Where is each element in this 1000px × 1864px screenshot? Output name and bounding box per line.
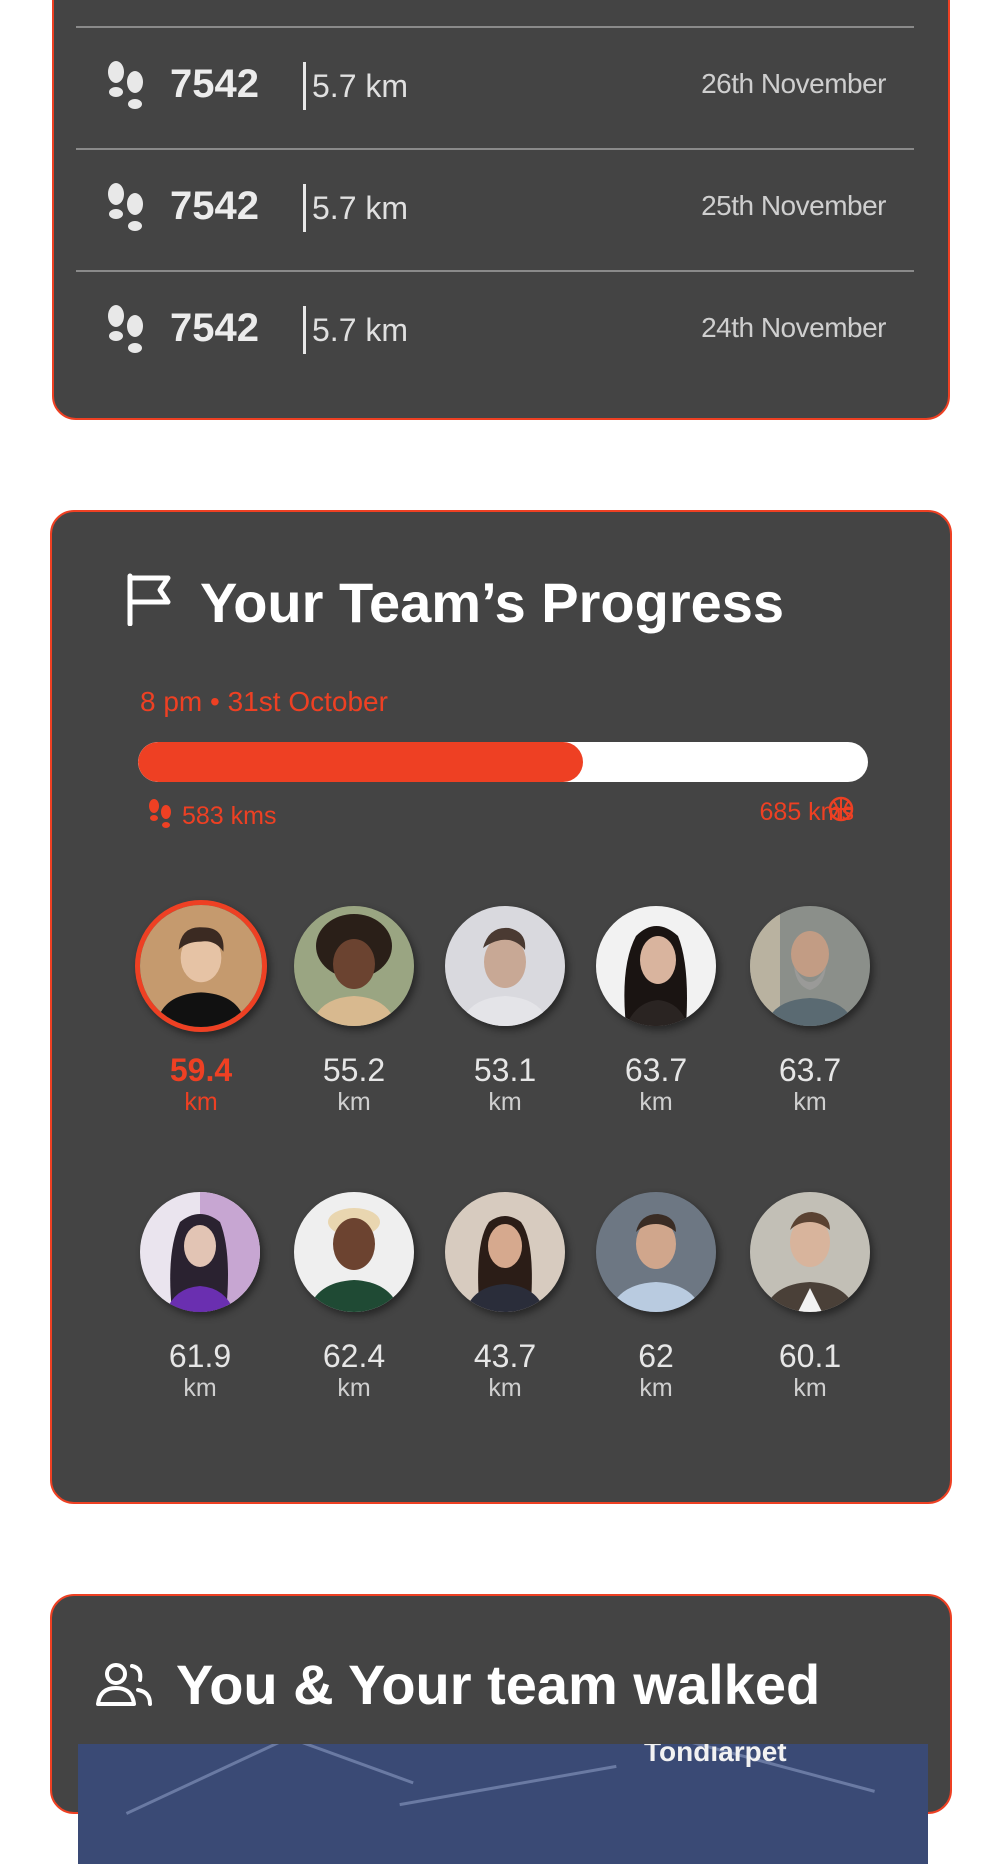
footprints-icon [108, 305, 143, 353]
date: 24th November [701, 312, 886, 343]
history-row[interactable]: 7542 5.7 km 25th November [76, 148, 914, 270]
map-road [125, 1744, 291, 1815]
team-member[interactable]: 62 km [581, 1192, 731, 1401]
step-count: 7542 [170, 184, 259, 228]
people-icon [96, 1663, 152, 1706]
team-member[interactable]: 61.9 km [125, 1192, 275, 1401]
step-count: 7542 [170, 62, 259, 106]
member-distance: 62 [638, 1338, 674, 1374]
map-road [262, 1744, 414, 1785]
progress-current-label: 583 kms [182, 802, 277, 830]
basketball-icon [828, 796, 854, 822]
flag-icon [127, 573, 171, 626]
map-place-label: Tondiarpet [644, 1744, 787, 1767]
member-distance: 59.4 [169, 1052, 233, 1088]
step-count: 7542 [170, 306, 259, 350]
history-row[interactable]: 7542 5.7 km 24th November [76, 270, 914, 392]
member-unit: km [184, 1088, 218, 1116]
member-unit: km [337, 1374, 371, 1402]
team-member[interactable]: 43.7 km [430, 1192, 580, 1401]
history-row[interactable]: 7542 5.7 km 26th November [76, 26, 914, 148]
team-walk-map[interactable]: Tondiarpet [78, 1744, 928, 1864]
member-unit: km [183, 1374, 217, 1402]
date: 26th November [701, 68, 886, 99]
date: 25th November [701, 190, 886, 221]
member-distance: 60.1 [778, 1338, 842, 1374]
member-unit: km [639, 1088, 673, 1116]
footprints-icon [108, 61, 143, 109]
value-separator [303, 184, 306, 232]
team-member[interactable]: 53.1 km [430, 906, 580, 1115]
member-unit: km [488, 1088, 522, 1116]
distance: 5.7 km [312, 68, 409, 104]
progress-fill [138, 742, 584, 782]
team-member[interactable]: 60.1 km [735, 1192, 885, 1401]
member-unit: km [793, 1374, 827, 1402]
member-distance: 62.4 [322, 1338, 386, 1374]
team-member[interactable]: 62.4 km [279, 1192, 429, 1401]
avatar [140, 1192, 260, 1312]
map-road [399, 1764, 617, 1807]
team-member[interactable]: 63.7 km [581, 906, 731, 1115]
row-divider [76, 26, 914, 28]
distance: 5.7 km [312, 190, 409, 226]
member-distance: 53.1 [473, 1052, 537, 1088]
section-title: Your Team’s Progress [200, 571, 785, 634]
avatar [750, 1192, 870, 1312]
member-unit: km [639, 1374, 673, 1402]
team-member[interactable]: 59.4 km [126, 900, 276, 1115]
team-member[interactable]: 55.2 km [279, 906, 429, 1115]
avatar [596, 1192, 716, 1312]
team-progress-card: Your Team’s Progress 8 pm • 31st October… [50, 510, 952, 1504]
section-title: You & Your team walked [176, 1653, 821, 1716]
member-distance: 63.7 [624, 1052, 688, 1088]
member-unit: km [488, 1374, 522, 1402]
avatar [294, 906, 414, 1026]
member-distance: 55.2 [322, 1052, 386, 1088]
distance: 5.7 km [312, 312, 409, 348]
progress-goal: 685 kms [760, 796, 854, 828]
avatar [596, 906, 716, 1026]
team-walked-card: You & Your team walked Tondiarpet [50, 1594, 952, 1864]
progress-timestamp: 8 pm • 31st October [140, 686, 388, 717]
member-distance: 43.7 [473, 1338, 537, 1374]
member-distance: 61.9 [168, 1338, 232, 1374]
avatar [294, 1192, 414, 1312]
footprints-icon [108, 183, 143, 231]
footprints-icon [149, 799, 171, 828]
avatar [135, 900, 267, 1032]
avatar [445, 1192, 565, 1312]
team-progress-bar [138, 742, 868, 782]
step-history-card: 7542 5.7 km 26th November 7542 5.7 km 25… [52, 0, 950, 420]
value-separator [303, 306, 306, 354]
row-divider [76, 148, 914, 150]
avatar [445, 906, 565, 1026]
member-unit: km [793, 1088, 827, 1116]
member-distance: 63.7 [778, 1052, 842, 1088]
avatar [750, 906, 870, 1026]
value-separator [303, 62, 306, 110]
team-member[interactable]: 63.7 km [735, 906, 885, 1115]
row-divider [76, 270, 914, 272]
member-unit: km [337, 1088, 371, 1116]
